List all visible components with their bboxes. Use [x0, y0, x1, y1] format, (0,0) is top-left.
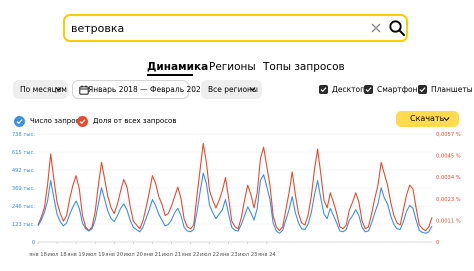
check-icon	[320, 87, 327, 93]
y-axis-right: 0 0,0011 % 0,0023 % 0,0034 % 0,0045 % 0,0057 …	[436, 132, 461, 246]
y-left-tick-label: 246 тыс.	[12, 204, 36, 210]
check-icon	[365, 87, 372, 93]
check-icon	[419, 87, 426, 93]
x-tick-label: июл 19	[86, 252, 105, 258]
checkbox-smartphones-label: Смартфоны	[377, 85, 424, 94]
x-tick-label: июл 18	[47, 252, 66, 258]
checkbox-tablets[interactable]	[418, 85, 427, 94]
active-tab-indicator	[147, 74, 193, 76]
y-right-tick-label: 0,0034 %	[436, 175, 461, 181]
download-button-label: Скачать	[410, 114, 445, 123]
chevron-down-icon	[443, 117, 450, 122]
x-tick-label: июл 20	[124, 252, 143, 258]
x-tick-label: янв 20	[105, 252, 123, 258]
y-right-tick-label: 0	[436, 240, 439, 246]
tab-dynamics[interactable]: Динамика	[147, 61, 208, 73]
x-tick-label: янв 22	[182, 252, 200, 258]
x-tick-label: июл 23	[238, 252, 257, 258]
tab-top-queries[interactable]: Топы запросов	[263, 61, 345, 73]
checkbox-tablets-label: Планшеты	[431, 85, 473, 94]
y-left-tick-label: 369 тыс.	[12, 186, 36, 192]
checkbox-smartphones[interactable]	[364, 85, 373, 94]
chevron-down-icon	[55, 87, 62, 92]
period-select[interactable]: По месяцам	[13, 80, 68, 99]
regions-select[interactable]: Все регионы	[201, 80, 262, 99]
chevron-down-icon	[249, 87, 256, 92]
search-icon[interactable]	[388, 19, 406, 37]
search-input[interactable]: ветровка	[71, 22, 124, 35]
date-range-picker[interactable]: Январь 2018 — Февраль 2024	[72, 80, 206, 99]
x-tick-label: янв 19	[67, 252, 85, 258]
y-left-tick-label: 615 тыс.	[12, 150, 36, 156]
calendar-icon	[79, 85, 89, 95]
y-left-tick-label: 492 тыс.	[12, 168, 36, 174]
search-box[interactable]: ветровка	[63, 14, 408, 42]
y-left-tick-label: 738 тыс.	[12, 132, 36, 138]
y-right-tick-label: 0,0057 %	[436, 132, 461, 138]
x-tick-label: июл 21	[162, 252, 181, 258]
close-icon[interactable]	[369, 21, 383, 35]
y-left-tick-label: 123 тыс.	[12, 222, 36, 228]
y-left-tick-label: 0	[32, 240, 35, 246]
y-right-tick-label: 0,0045 %	[436, 154, 461, 160]
y-axis-left: 0 123 тыс. 246 тыс. 369 тыс. 492 тыс. 615 тыс…	[12, 132, 36, 246]
x-tick-label: янв 24	[258, 252, 277, 258]
y-right-tick-label: 0,0011 %	[436, 218, 461, 224]
x-tick-label: июл 22	[200, 252, 219, 258]
x-tick-label: янв 21	[143, 252, 161, 258]
date-range-label: Январь 2018 — Февраль 2024	[88, 85, 206, 94]
tabs: Динамика Регионы Топы запросов	[0, 61, 474, 77]
y-right-tick-label: 0,0023 %	[436, 197, 461, 203]
chart-series	[37, 142, 433, 234]
tab-regions[interactable]: Регионы	[209, 61, 256, 73]
search-dynamics-chart: 0 123 тыс. 246 тыс. 369 тыс. 492 тыс. 615 тыс…	[12, 132, 461, 258]
checkbox-desktops[interactable]	[319, 85, 328, 94]
x-tick-label: янв 23	[220, 252, 238, 258]
x-tick-label: янв 18	[29, 252, 47, 258]
x-axis: янв 18 июл 18 янв 19 июл 19 янв 20 июл 20 янв …	[29, 242, 276, 258]
